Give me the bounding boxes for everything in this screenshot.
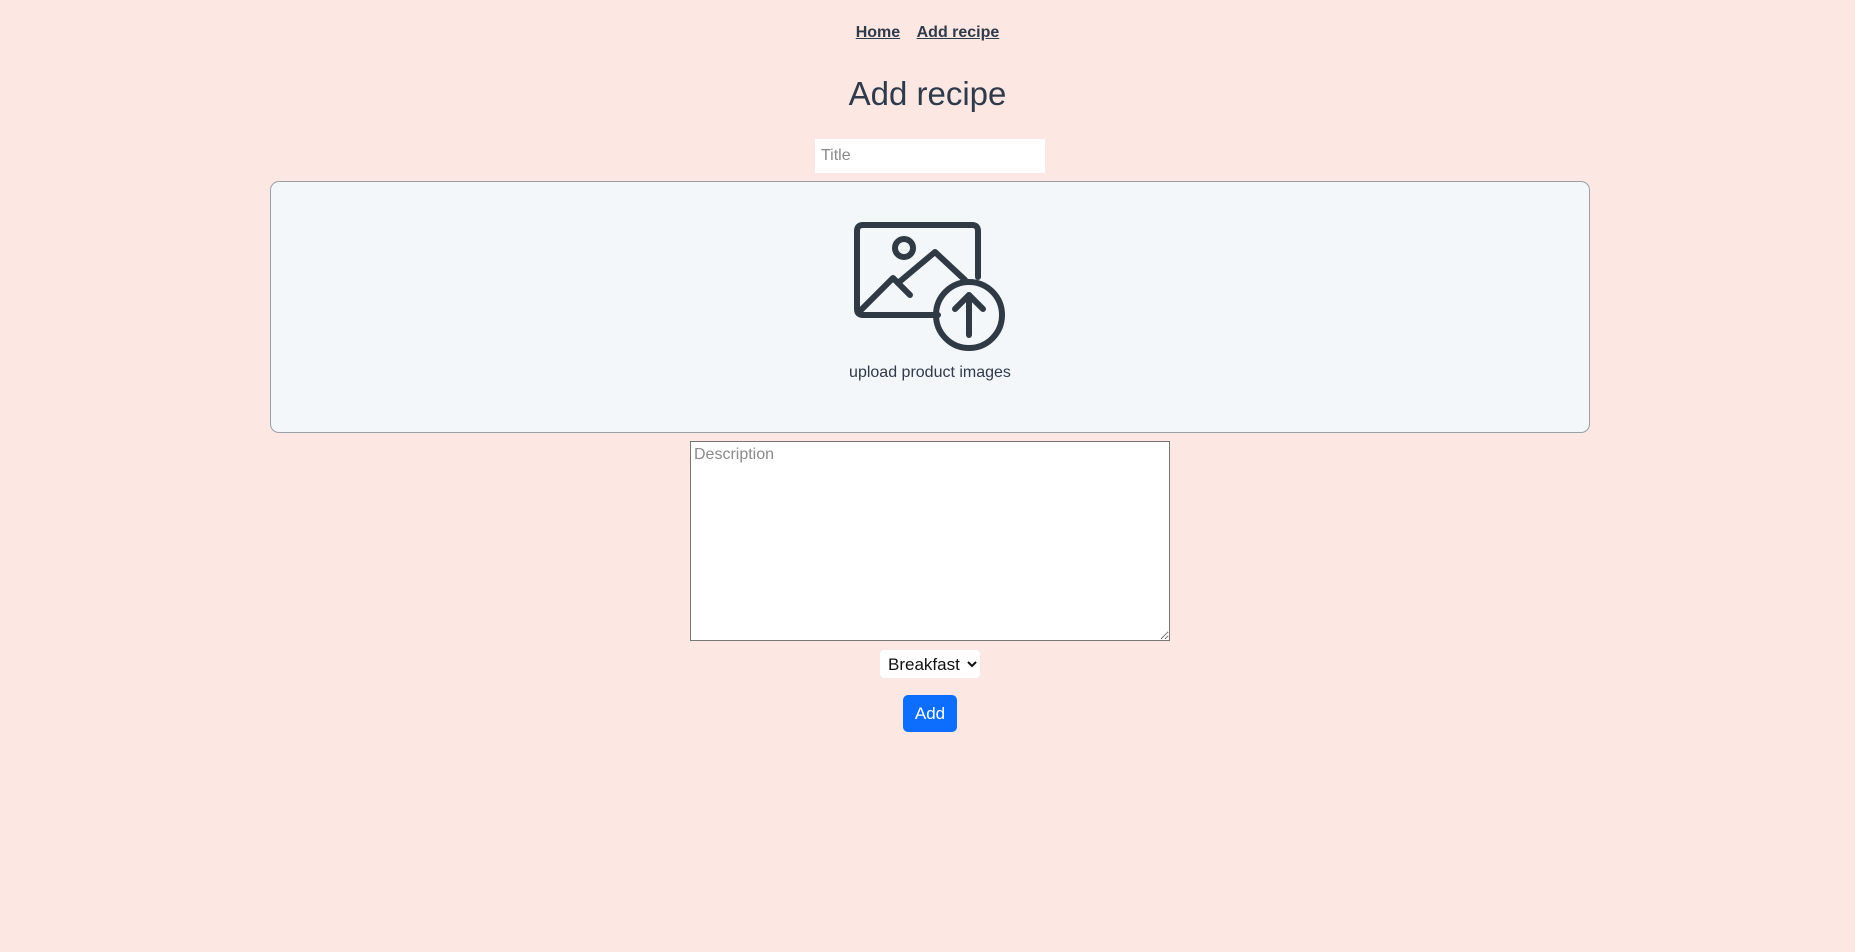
top-nav: Home Add recipe <box>0 24 1855 42</box>
page-title: Add recipe <box>848 75 1007 112</box>
add-button[interactable]: Add <box>903 695 957 732</box>
image-upload-icon <box>854 222 1005 351</box>
nav-link-add-recipe[interactable]: Add recipe <box>917 24 1000 41</box>
category-select[interactable]: Breakfast <box>880 650 980 678</box>
add-recipe-page: Home Add recipe Add recipe upload produc… <box>0 0 1855 952</box>
description-textarea[interactable] <box>690 441 1170 641</box>
upload-label: upload product images <box>849 364 1011 381</box>
image-upload-dropzone[interactable]: upload product images <box>270 181 1590 433</box>
nav-link-home[interactable]: Home <box>856 24 900 41</box>
title-input[interactable] <box>815 139 1045 173</box>
